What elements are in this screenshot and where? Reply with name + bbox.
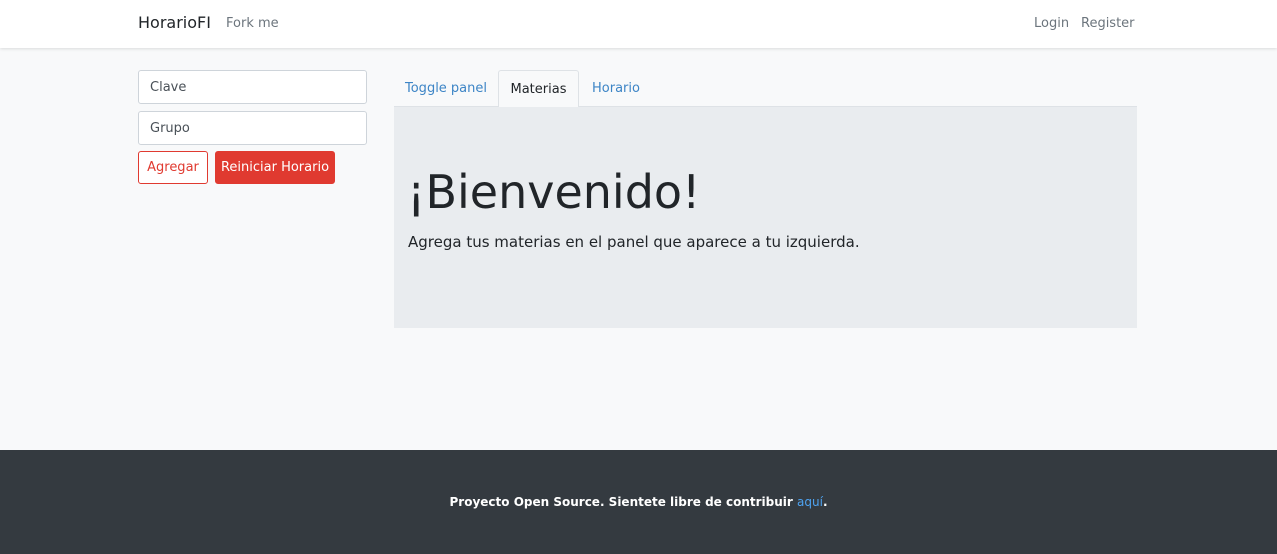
grupo-input[interactable] bbox=[138, 111, 367, 145]
footer-suffix: . bbox=[822, 495, 828, 509]
footer-text: Proyecto Open Source. Sientete libre de … bbox=[0, 495, 1277, 509]
welcome-title: ¡Bienvenido! bbox=[407, 165, 701, 219]
contribute-link[interactable]: aquí bbox=[797, 495, 823, 509]
brand-link[interactable]: HorarioFI bbox=[138, 13, 211, 32]
footer-message: Proyecto Open Source. Sientete libre de … bbox=[449, 495, 798, 509]
tab-toggle-panel[interactable]: Toggle panel bbox=[394, 70, 498, 107]
fork-me-link[interactable]: Fork me bbox=[226, 16, 279, 31]
agregar-button[interactable]: Agregar bbox=[138, 151, 208, 184]
welcome-panel: ¡Bienvenido! Agrega tus materias en el p… bbox=[394, 107, 1137, 328]
register-link[interactable]: Register bbox=[1081, 16, 1135, 31]
reiniciar-horario-button[interactable]: Reiniciar Horario bbox=[215, 151, 335, 184]
login-link[interactable]: Login bbox=[1034, 16, 1069, 31]
clave-input[interactable] bbox=[138, 70, 367, 104]
tab-bar: Toggle panel Materias Horario bbox=[394, 70, 1137, 108]
tab-materias[interactable]: Materias bbox=[498, 70, 579, 108]
tab-horario[interactable]: Horario bbox=[579, 70, 653, 107]
footer: Proyecto Open Source. Sientete libre de … bbox=[0, 450, 1277, 554]
navbar: HorarioFI Fork me Login Register bbox=[0, 0, 1277, 48]
welcome-lead: Agrega tus materias en el panel que apar… bbox=[408, 233, 860, 251]
